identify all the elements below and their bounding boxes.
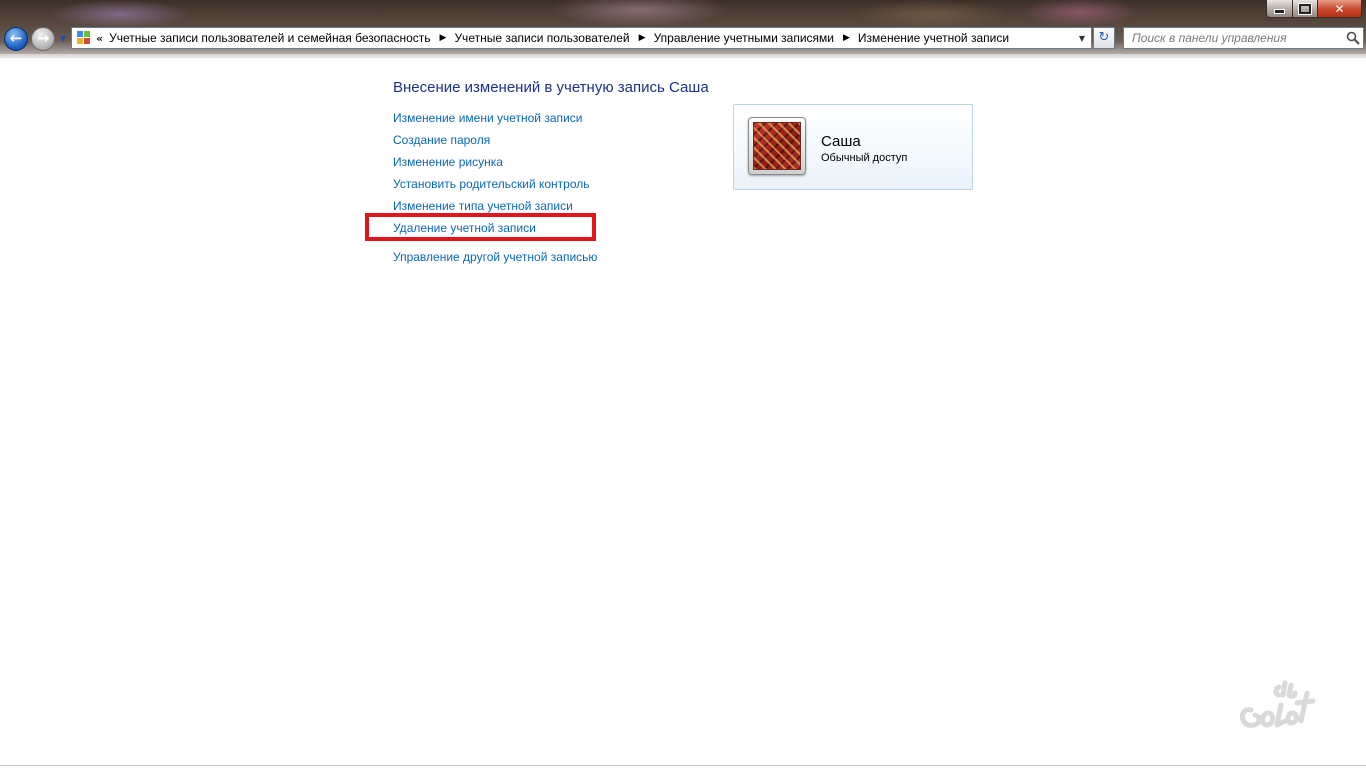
address-bar[interactable]: « Учетные записи пользователей и семейна… <box>71 27 1092 49</box>
user-picture <box>753 122 801 170</box>
account-type: Обычный доступ <box>821 152 908 164</box>
search-icon <box>1343 31 1363 45</box>
maximize-button[interactable] <box>1293 0 1318 18</box>
watermark-logo <box>1240 680 1316 728</box>
breadcrumb-item[interactable]: Управление учетными записями <box>654 31 834 45</box>
breadcrumb-separator-icon[interactable]: ▶ <box>639 33 646 43</box>
close-button[interactable]: ✕ <box>1318 0 1362 18</box>
breadcrumb-item[interactable]: Учетные записи пользователей <box>454 31 629 45</box>
breadcrumb-overflow-button[interactable]: « <box>96 32 103 45</box>
minimize-icon <box>1274 9 1285 14</box>
avatar <box>748 117 806 175</box>
arrow-left-icon: ← <box>9 29 23 47</box>
account-card: Саша Обычный доступ <box>733 104 973 190</box>
address-dropdown-button[interactable]: ▼ <box>1072 28 1091 48</box>
breadcrumb-separator-icon[interactable]: ▶ <box>440 33 447 43</box>
chevron-down-icon: ▼ <box>59 34 67 43</box>
recent-pages-button[interactable]: ▼ <box>58 33 68 45</box>
page-title: Внесение изменений в учетную запись Саша <box>393 79 709 96</box>
maximize-icon <box>1299 3 1311 14</box>
parental-controls-link[interactable]: Установить родительский контроль <box>393 177 590 199</box>
breadcrumb-item[interactable]: Учетные записи пользователей и семейная … <box>109 31 430 45</box>
search-input[interactable] <box>1132 31 1343 45</box>
change-picture-link[interactable]: Изменение рисунка <box>393 155 590 177</box>
toolbar-divider <box>0 54 1366 58</box>
back-button[interactable]: ← <box>4 27 28 51</box>
arrow-right-icon: → <box>36 29 50 47</box>
chevron-down-icon: ▼ <box>1078 33 1086 43</box>
refresh-icon: ↻ <box>1098 30 1110 45</box>
window-controls: ✕ <box>1266 0 1362 18</box>
forward-button[interactable]: → <box>31 27 55 51</box>
create-password-link[interactable]: Создание пароля <box>393 133 590 155</box>
refresh-button[interactable]: ↻ <box>1093 27 1115 49</box>
breadcrumb-separator-icon[interactable]: ▶ <box>843 33 850 43</box>
minimize-button[interactable] <box>1266 0 1293 18</box>
highlight-annotation-box <box>365 213 596 241</box>
manage-another-account-link[interactable]: Управление другой учетной записью <box>393 250 597 265</box>
bottom-border <box>0 765 1366 766</box>
breadcrumb-item[interactable]: Изменение учетной записи <box>858 31 1009 45</box>
close-icon: ✕ <box>1334 1 1345 16</box>
account-name: Саша <box>821 133 861 150</box>
control-panel-icon <box>76 30 92 46</box>
change-account-name-link[interactable]: Изменение имени учетной записи <box>393 111 590 133</box>
search-box[interactable] <box>1123 27 1364 49</box>
